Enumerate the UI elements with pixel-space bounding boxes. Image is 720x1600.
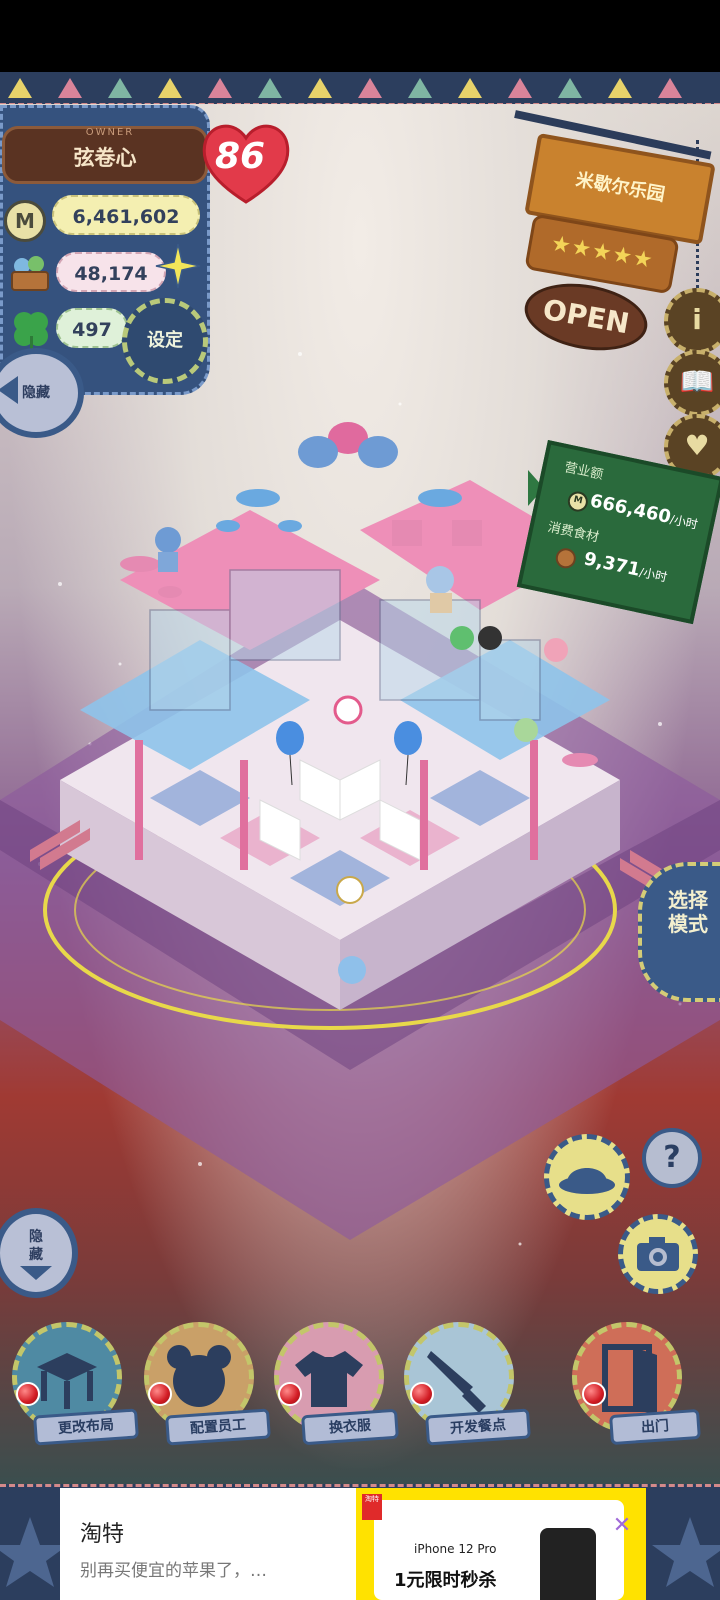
help-button[interactable]: ? [642, 1128, 702, 1188]
heart-chat-icon: ♥ [684, 429, 710, 462]
money-value: 6,461,602 [52, 195, 200, 235]
ad-text: 别再买便宜的苹果了，… [80, 1561, 267, 1581]
ad-deal: 1元限时秒杀 [394, 1570, 497, 1591]
revenue-label: 营业额 [563, 460, 605, 484]
revenue-coin-icon: M [565, 489, 590, 514]
info-icon: i [692, 303, 702, 336]
ad-product: iPhone 12 Pro [414, 1542, 497, 1556]
notification-pin-icon [582, 1382, 606, 1406]
notification-pin-icon [148, 1382, 172, 1406]
hide-menu-button[interactable]: 隐 藏 [0, 1208, 78, 1298]
notification-pin-icon [16, 1382, 40, 1406]
arrow-left-icon [0, 376, 18, 404]
ad-banner[interactable]: 淘特 别再买便宜的苹果了，… iPhone 12 Pro 1元限时秒杀 淘特 ✕ [60, 1488, 646, 1600]
phone-image [540, 1528, 596, 1600]
settings-button[interactable]: 设定 [122, 298, 208, 384]
food-consumption-value: 9,371/小时 [582, 548, 669, 586]
hat-icon [559, 1168, 615, 1194]
notification-pin-icon [278, 1382, 302, 1406]
money-coin-icon: M [4, 200, 46, 242]
food-value: 48,174 [56, 252, 166, 292]
food-consumption-amount: 9,371 [581, 548, 643, 581]
hat-button[interactable] [544, 1134, 630, 1220]
player-name: 弦卷心 [73, 146, 137, 170]
star-border-pattern [8, 78, 682, 98]
arrow-down-icon [20, 1266, 52, 1280]
ad-brand: 淘特 [80, 1522, 125, 1547]
revenue-amount: 666,460 [588, 490, 673, 528]
clover-value: 497 [56, 308, 128, 348]
hide-menu-label: 隐 藏 [29, 1229, 43, 1263]
revenue-unit: /小时 [668, 512, 700, 532]
ad-card: iPhone 12 Pro 1元限时秒杀 [374, 1500, 624, 1600]
status-bar-area [0, 0, 720, 72]
close-icon[interactable]: ✕ [610, 1514, 634, 1538]
food-basket-icon [11, 256, 49, 291]
food-consumption-label: 消费食材 [546, 520, 601, 546]
select-mode-label: 选择 模式 [668, 888, 708, 936]
camera-icon [637, 1237, 679, 1271]
notification-pin-icon [410, 1382, 434, 1406]
player-level: 86 [214, 136, 266, 177]
food-consumption-icon [553, 546, 578, 571]
clover-icon [14, 312, 48, 352]
ad-image: iPhone 12 Pro 1元限时秒杀 淘特 ✕ [356, 1488, 646, 1600]
revenue-value: 666,460/小时 [588, 490, 700, 533]
go-out-label: 出门 [609, 1408, 701, 1446]
owner-label: OWNER [85, 127, 135, 138]
book-icon: 📖 [679, 365, 715, 398]
top-star-border [0, 72, 720, 106]
sparkle-icon [155, 243, 201, 289]
select-mode-button[interactable]: 选择 模式 [638, 862, 720, 1002]
camera-button[interactable] [618, 1214, 698, 1294]
ad-tag: 淘特 [362, 1494, 382, 1520]
food-consumption-unit: /小时 [638, 565, 669, 585]
